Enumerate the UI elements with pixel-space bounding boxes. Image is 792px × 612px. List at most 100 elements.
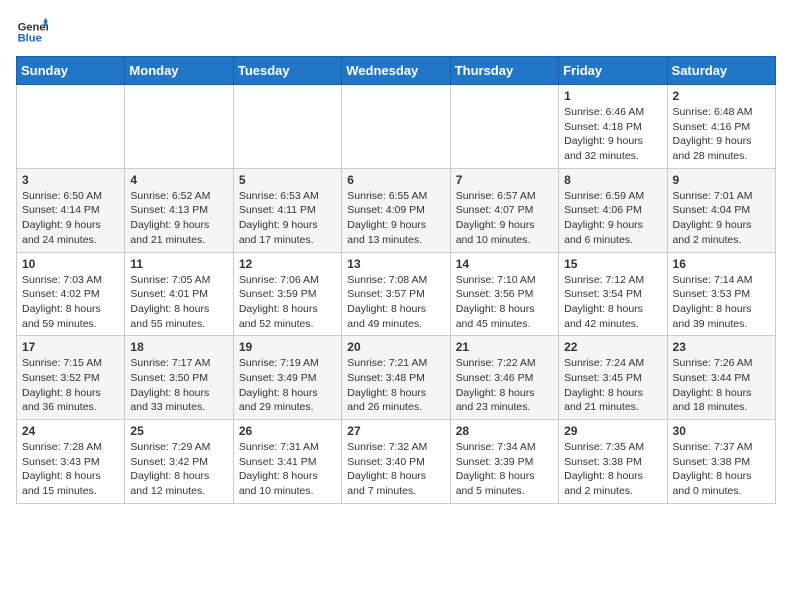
calendar-day-header: Saturday — [667, 57, 775, 85]
calendar-cell — [342, 85, 450, 169]
day-info: Sunrise: 6:57 AM Sunset: 4:07 PM Dayligh… — [456, 189, 553, 248]
calendar-week-row: 10 Sunrise: 7:03 AM Sunset: 4:02 PM Dayli… — [17, 252, 776, 336]
svg-text:General: General — [18, 21, 48, 33]
day-info: Sunrise: 7:01 AM Sunset: 4:04 PM Dayligh… — [673, 189, 770, 248]
calendar-cell: 30 Sunrise: 7:37 AM Sunset: 3:38 PM Dayli… — [667, 420, 775, 504]
calendar-header-row: SundayMondayTuesdayWednesdayThursdayFrid… — [17, 57, 776, 85]
calendar-cell: 23 Sunrise: 7:26 AM Sunset: 3:44 PM Dayli… — [667, 336, 775, 420]
day-info: Sunrise: 7:15 AM Sunset: 3:52 PM Dayligh… — [22, 356, 119, 415]
day-info: Sunrise: 7:17 AM Sunset: 3:50 PM Dayligh… — [130, 356, 227, 415]
calendar-cell: 4Sunrise: 6:52 AM Sunset: 4:13 PM Daylig… — [125, 168, 233, 252]
day-info: Sunrise: 7:34 AM Sunset: 3:39 PM Dayligh… — [456, 440, 553, 499]
day-number: 10 — [22, 257, 119, 271]
day-info: Sunrise: 7:24 AM Sunset: 3:45 PM Dayligh… — [564, 356, 661, 415]
calendar-cell — [17, 85, 125, 169]
day-info: Sunrise: 6:59 AM Sunset: 4:06 PM Dayligh… — [564, 189, 661, 248]
day-number: 24 — [22, 424, 119, 438]
day-info: Sunrise: 7:37 AM Sunset: 3:38 PM Dayligh… — [673, 440, 770, 499]
day-info: Sunrise: 7:14 AM Sunset: 3:53 PM Dayligh… — [673, 273, 770, 332]
day-number: 30 — [673, 424, 770, 438]
calendar-cell: 7 Sunrise: 6:57 AM Sunset: 4:07 PM Daylig… — [450, 168, 558, 252]
calendar-cell: 8Sunrise: 6:59 AM Sunset: 4:06 PM Daylig… — [559, 168, 667, 252]
day-number: 11 — [130, 257, 227, 271]
calendar-cell: 24 Sunrise: 7:28 AM Sunset: 3:43 PM Dayli… — [17, 420, 125, 504]
calendar-cell: 25 Sunrise: 7:29 AM Sunset: 3:42 PM Dayli… — [125, 420, 233, 504]
svg-text:Blue: Blue — [18, 33, 42, 45]
calendar-cell: 10 Sunrise: 7:03 AM Sunset: 4:02 PM Dayli… — [17, 252, 125, 336]
calendar-cell: 17 Sunrise: 7:15 AM Sunset: 3:52 PM Dayli… — [17, 336, 125, 420]
day-number: 16 — [673, 257, 770, 271]
logo: General Blue — [16, 16, 52, 48]
day-number: 26 — [239, 424, 336, 438]
day-info: Sunrise: 6:48 AM Sunset: 4:16 PM Dayligh… — [673, 105, 770, 164]
day-number: 3 — [22, 173, 119, 187]
day-number: 13 — [347, 257, 444, 271]
calendar-cell: 14Sunrise: 7:10 AM Sunset: 3:56 PM Dayli… — [450, 252, 558, 336]
day-info: Sunrise: 7:26 AM Sunset: 3:44 PM Dayligh… — [673, 356, 770, 415]
calendar-week-row: 1 Sunrise: 6:46 AM Sunset: 4:18 PM Daylig… — [17, 85, 776, 169]
calendar-cell: 11 Sunrise: 7:05 AM Sunset: 4:01 PM Dayli… — [125, 252, 233, 336]
calendar-cell: 21 Sunrise: 7:22 AM Sunset: 3:46 PM Dayli… — [450, 336, 558, 420]
day-info: Sunrise: 7:22 AM Sunset: 3:46 PM Dayligh… — [456, 356, 553, 415]
day-number: 7 — [456, 173, 553, 187]
day-info: Sunrise: 6:50 AM Sunset: 4:14 PM Dayligh… — [22, 189, 119, 248]
day-info: Sunrise: 7:31 AM Sunset: 3:41 PM Dayligh… — [239, 440, 336, 499]
day-number: 15 — [564, 257, 661, 271]
calendar-day-header: Thursday — [450, 57, 558, 85]
day-info: Sunrise: 7:08 AM Sunset: 3:57 PM Dayligh… — [347, 273, 444, 332]
calendar-day-header: Friday — [559, 57, 667, 85]
calendar-cell: 5 Sunrise: 6:53 AM Sunset: 4:11 PM Daylig… — [233, 168, 341, 252]
calendar-cell: 6Sunrise: 6:55 AM Sunset: 4:09 PM Daylig… — [342, 168, 450, 252]
day-number: 17 — [22, 340, 119, 354]
calendar-day-header: Sunday — [17, 57, 125, 85]
logo-icon: General Blue — [16, 16, 48, 48]
day-number: 9 — [673, 173, 770, 187]
day-info: Sunrise: 7:06 AM Sunset: 3:59 PM Dayligh… — [239, 273, 336, 332]
calendar-cell: 20Sunrise: 7:21 AM Sunset: 3:48 PM Dayli… — [342, 336, 450, 420]
day-info: Sunrise: 7:03 AM Sunset: 4:02 PM Dayligh… — [22, 273, 119, 332]
day-info: Sunrise: 7:32 AM Sunset: 3:40 PM Dayligh… — [347, 440, 444, 499]
day-number: 19 — [239, 340, 336, 354]
calendar-week-row: 17 Sunrise: 7:15 AM Sunset: 3:52 PM Dayli… — [17, 336, 776, 420]
calendar-cell: 26 Sunrise: 7:31 AM Sunset: 3:41 PM Dayli… — [233, 420, 341, 504]
day-info: Sunrise: 7:12 AM Sunset: 3:54 PM Dayligh… — [564, 273, 661, 332]
day-info: Sunrise: 7:35 AM Sunset: 3:38 PM Dayligh… — [564, 440, 661, 499]
calendar-day-header: Monday — [125, 57, 233, 85]
day-number: 1 — [564, 89, 661, 103]
calendar-cell: 27 Sunrise: 7:32 AM Sunset: 3:40 PM Dayli… — [342, 420, 450, 504]
calendar-cell: 28 Sunrise: 7:34 AM Sunset: 3:39 PM Dayli… — [450, 420, 558, 504]
calendar-cell: 3 Sunrise: 6:50 AM Sunset: 4:14 PM Daylig… — [17, 168, 125, 252]
day-number: 5 — [239, 173, 336, 187]
day-number: 29 — [564, 424, 661, 438]
calendar-day-header: Wednesday — [342, 57, 450, 85]
calendar-table: SundayMondayTuesdayWednesdayThursdayFrid… — [16, 56, 776, 504]
calendar-cell: 15 Sunrise: 7:12 AM Sunset: 3:54 PM Dayli… — [559, 252, 667, 336]
calendar-cell: 12 Sunrise: 7:06 AM Sunset: 3:59 PM Dayli… — [233, 252, 341, 336]
calendar-cell: 1 Sunrise: 6:46 AM Sunset: 4:18 PM Daylig… — [559, 85, 667, 169]
day-info: Sunrise: 7:19 AM Sunset: 3:49 PM Dayligh… — [239, 356, 336, 415]
day-number: 28 — [456, 424, 553, 438]
calendar-week-row: 3 Sunrise: 6:50 AM Sunset: 4:14 PM Daylig… — [17, 168, 776, 252]
day-info: Sunrise: 7:05 AM Sunset: 4:01 PM Dayligh… — [130, 273, 227, 332]
day-number: 6 — [347, 173, 444, 187]
day-info: Sunrise: 7:28 AM Sunset: 3:43 PM Dayligh… — [22, 440, 119, 499]
calendar-cell: 18 Sunrise: 7:17 AM Sunset: 3:50 PM Dayli… — [125, 336, 233, 420]
calendar-cell — [233, 85, 341, 169]
day-info: Sunrise: 7:21 AM Sunset: 3:48 PM Dayligh… — [347, 356, 444, 415]
day-info: Sunrise: 7:29 AM Sunset: 3:42 PM Dayligh… — [130, 440, 227, 499]
day-info: Sunrise: 6:53 AM Sunset: 4:11 PM Dayligh… — [239, 189, 336, 248]
day-number: 23 — [673, 340, 770, 354]
calendar-cell: 22 Sunrise: 7:24 AM Sunset: 3:45 PM Dayli… — [559, 336, 667, 420]
calendar-cell: 29 Sunrise: 7:35 AM Sunset: 3:38 PM Dayli… — [559, 420, 667, 504]
day-number: 18 — [130, 340, 227, 354]
calendar-cell: 19 Sunrise: 7:19 AM Sunset: 3:49 PM Dayli… — [233, 336, 341, 420]
day-number: 22 — [564, 340, 661, 354]
day-info: Sunrise: 6:52 AM Sunset: 4:13 PM Dayligh… — [130, 189, 227, 248]
calendar-week-row: 24 Sunrise: 7:28 AM Sunset: 3:43 PM Dayli… — [17, 420, 776, 504]
day-info: Sunrise: 7:10 AM Sunset: 3:56 PM Dayligh… — [456, 273, 553, 332]
day-info: Sunrise: 6:46 AM Sunset: 4:18 PM Dayligh… — [564, 105, 661, 164]
day-number: 27 — [347, 424, 444, 438]
day-number: 21 — [456, 340, 553, 354]
day-number: 12 — [239, 257, 336, 271]
day-number: 25 — [130, 424, 227, 438]
